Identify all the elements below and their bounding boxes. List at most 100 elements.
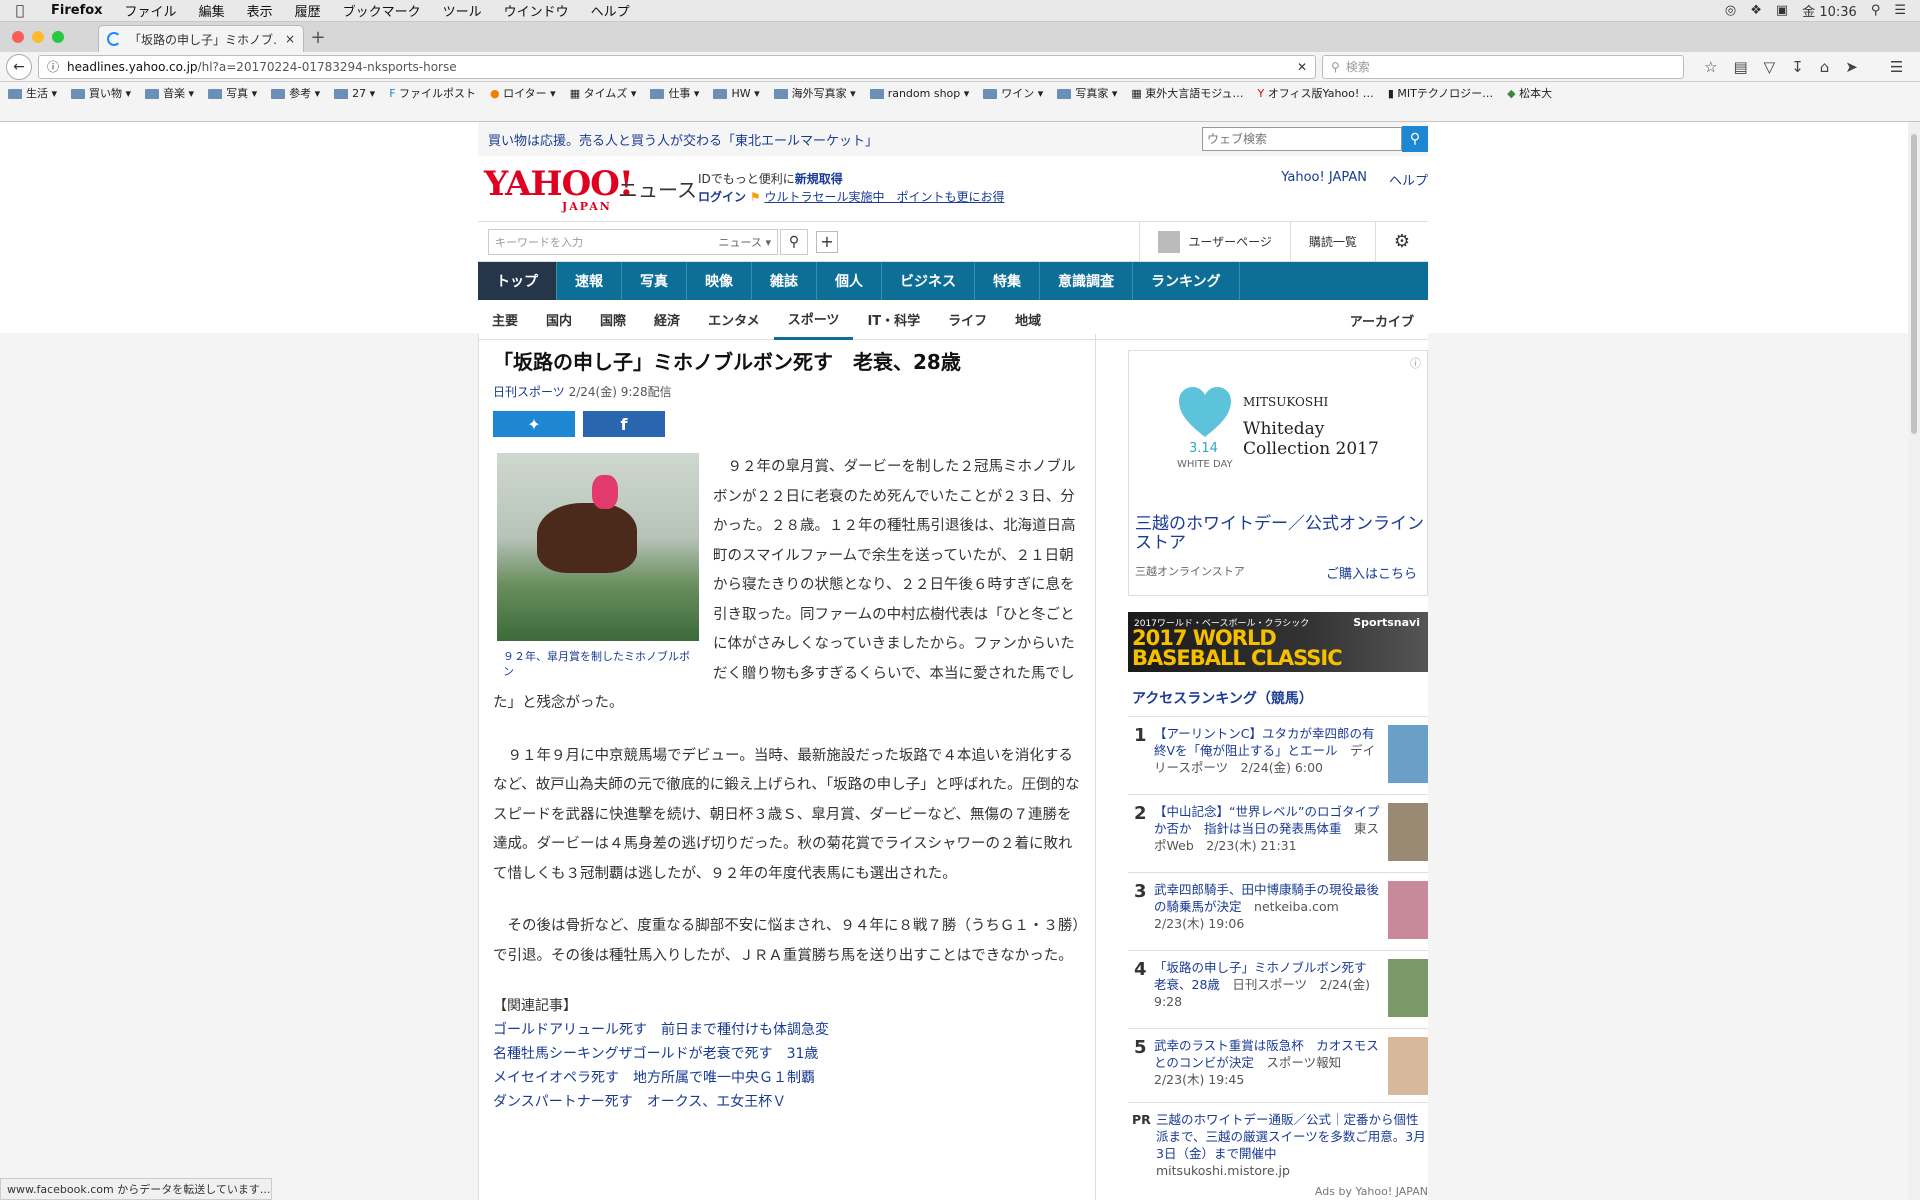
bookmark-star-icon[interactable]: ☆ xyxy=(1704,58,1717,76)
bookmark-link[interactable]: F ファイルポスト xyxy=(389,85,476,101)
wbc-banner[interactable]: 2017ワールド・ベースボール・クラシック 2017 WORLD BASEBALL… xyxy=(1128,612,1428,672)
menu-file[interactable]: ファイル xyxy=(114,1,188,20)
input-method-icon[interactable]: ▣ xyxy=(1776,3,1788,18)
ranking-item[interactable]: 1 【アーリントンC】ユタカが幸四郎の有終Vを「俺が阻止する」とエール デイリー… xyxy=(1128,716,1428,786)
rank-title[interactable]: 【中山記念】“世界レベル”のロゴタイプか否か 指針は当日の発表馬体重 東スポWe… xyxy=(1154,803,1388,864)
apple-icon[interactable]:  xyxy=(0,3,40,19)
menu-window[interactable]: ウインドウ xyxy=(493,1,580,20)
bookmark-folder[interactable]: 写真家 ▾ xyxy=(1057,85,1117,101)
bookmark-folder[interactable]: 生活 ▾ xyxy=(8,85,57,101)
back-button[interactable]: ← xyxy=(6,53,32,80)
nav-business[interactable]: ビジネス xyxy=(882,262,975,300)
menu-bookmarks[interactable]: ブックマーク xyxy=(332,1,432,20)
web-search-input[interactable] xyxy=(1202,127,1402,151)
rank-thumbnail[interactable] xyxy=(1388,959,1428,1017)
bookmark-folder[interactable]: ● ロイター ▾ xyxy=(490,85,556,101)
register-link[interactable]: 新規取得 xyxy=(795,172,843,186)
new-tab-icon[interactable]: + xyxy=(304,27,332,48)
bookmark-folder[interactable]: 音楽 ▾ xyxy=(145,85,194,101)
rank-title[interactable]: 武幸四郎騎手、田中博康騎手の現役最後の騎乗馬が決定 netkeiba.com 2… xyxy=(1154,881,1388,942)
share-icon[interactable]: ➤ xyxy=(1845,58,1858,76)
bookmark-folder[interactable]: random shop ▾ xyxy=(869,87,969,100)
rank-title[interactable]: 武幸のラスト重賞は阪急杯 カオスモスとのコンビが決定 スポーツ報知 2/23(木… xyxy=(1154,1037,1388,1098)
notification-center-icon[interactable]: ☰ xyxy=(1894,3,1906,18)
url-text[interactable]: headlines.yahoo.co.jp/hl?a=20170224-0178… xyxy=(67,60,1289,74)
bookmark-folder[interactable]: 買い物 ▾ xyxy=(71,85,131,101)
rank-thumbnail[interactable] xyxy=(1388,1037,1428,1095)
bookmark-folder[interactable]: ワイン ▾ xyxy=(983,85,1043,101)
rank-thumbnail[interactable] xyxy=(1388,803,1428,861)
pr-text[interactable]: 三越のホワイトデー通販／公式｜定番から個性派まで、三越の厳選スイーツを多数ご用意… xyxy=(1156,1111,1428,1179)
nav-feature[interactable]: 特集 xyxy=(975,262,1040,300)
ranking-item[interactable]: 4 「坂路の申し子」ミホノブルボン死す 老衰、28歳 日刊スポーツ 2/24(金… xyxy=(1128,950,1428,1020)
related-link[interactable]: ダンスパートナー死す オークス、エ女王杯Ｖ xyxy=(493,1090,1081,1114)
yahoo-logo[interactable]: YAHOO! JAPAN xyxy=(484,164,634,213)
nav-video[interactable]: 映像 xyxy=(687,262,752,300)
subscriptions-link[interactable]: 購読一覧 xyxy=(1289,221,1375,262)
scope-select[interactable]: ニュース ▾ xyxy=(719,234,771,250)
ads-by[interactable]: Ads by Yahoo! JAPAN xyxy=(1128,1185,1428,1198)
pr-ad[interactable]: PR 三越のホワイトデー通販／公式｜定番から個性派まで、三越の厳選スイーツを多数… xyxy=(1128,1102,1428,1179)
tab-close-icon[interactable]: × xyxy=(285,32,295,46)
rank-thumbnail[interactable] xyxy=(1388,881,1428,939)
ad-info-icon[interactable]: ⓘ xyxy=(1410,355,1421,371)
sale-link[interactable]: ウルトラセール実施中 ポイントも更にお得 xyxy=(764,190,1004,204)
related-link[interactable]: ゴールドアリュール死す 前日まで種付けも体調急変 xyxy=(493,1018,1081,1042)
bookmark-folder[interactable]: 写真 ▾ xyxy=(208,85,257,101)
help-link[interactable]: ヘルプ xyxy=(1389,170,1428,189)
bookmark-link[interactable]: ▦ 東外大言語モジュ… xyxy=(1131,85,1243,101)
rank-thumbnail[interactable] xyxy=(1388,725,1428,783)
menu-app-name[interactable]: Firefox xyxy=(40,3,114,18)
nav-photo[interactable]: 写真 xyxy=(622,262,687,300)
login-link[interactable]: ログイン xyxy=(698,190,746,204)
ad-title-link[interactable]: 三越のホワイトデー／公式オンラインストア xyxy=(1135,515,1425,553)
bookmark-folder[interactable]: ▦ タイムズ ▾ xyxy=(570,85,637,101)
reading-list-icon[interactable]: ▤ xyxy=(1733,58,1747,76)
spotlight-search-icon[interactable]: ⚲ xyxy=(1871,3,1881,18)
nav-magazine[interactable]: 雑誌 xyxy=(752,262,817,300)
clock[interactable]: 金 10:36 xyxy=(1802,1,1857,20)
ad-buy-link[interactable]: ご購入はこちら xyxy=(1326,563,1417,582)
bookmark-link[interactable]: Y オフィス版Yahoo! … xyxy=(1258,85,1374,101)
close-window-icon[interactable] xyxy=(12,31,24,43)
bookmark-link[interactable]: ▮ MITテクノロジー… xyxy=(1388,85,1493,101)
bookmark-folder[interactable]: 仕事 ▾ xyxy=(650,85,699,101)
bookmark-folder[interactable]: HW ▾ xyxy=(713,87,760,100)
keyword-search-button[interactable]: ⚲ xyxy=(780,228,808,255)
nav-ranking[interactable]: ランキング xyxy=(1133,262,1240,300)
page-scrollbar[interactable] xyxy=(1908,122,1920,1200)
facebook-share-button[interactable]: f xyxy=(583,411,665,437)
related-link[interactable]: メイセイオペラ死す 地方所属で唯一中央Ｇ１制覇 xyxy=(493,1066,1081,1090)
article-photo[interactable]: ９２年、皐月賞を制したミホノブルボン xyxy=(497,453,699,679)
yahoo-japan-link[interactable]: Yahoo! JAPAN xyxy=(1281,170,1367,189)
rank-title[interactable]: 【アーリントンC】ユタカが幸四郎の有終Vを「俺が阻止する」とエール デイリースポ… xyxy=(1154,725,1388,786)
menu-tools[interactable]: ツール xyxy=(432,1,493,20)
keyword-input[interactable]: キーワードを入力 ニュース ▾ xyxy=(488,228,778,255)
add-icon[interactable]: + xyxy=(816,230,838,253)
pocket-icon[interactable]: ▽ xyxy=(1764,58,1776,76)
hamburger-menu-icon[interactable]: ☰ xyxy=(1890,58,1903,76)
stop-loading-icon[interactable]: ✕ xyxy=(1297,60,1307,74)
rank-title[interactable]: 「坂路の申し子」ミホノブルボン死す 老衰、28歳 日刊スポーツ 2/24(金) … xyxy=(1154,959,1388,1020)
bookmark-folder[interactable]: 海外写真家 ▾ xyxy=(773,85,856,101)
photo-image[interactable] xyxy=(497,453,699,641)
nav-top[interactable]: トップ xyxy=(478,262,557,300)
wifi-icon[interactable]: ◎ xyxy=(1725,3,1736,18)
news-label[interactable]: ニュース xyxy=(618,174,697,203)
dropbox-icon[interactable]: ❖ xyxy=(1750,3,1762,18)
menu-history[interactable]: 履歴 xyxy=(284,1,332,20)
related-link[interactable]: 名種牡馬シーキングザゴールドが老衰で死す 31歳 xyxy=(493,1042,1081,1066)
promo-link[interactable]: 買い物は応援。売る人と買う人が交わる「東北エールマーケット」 xyxy=(488,130,878,149)
browser-search-bar[interactable]: ⚲ 検索 xyxy=(1322,54,1684,79)
home-icon[interactable]: ⌂ xyxy=(1820,58,1830,76)
scrollbar-thumb[interactable] xyxy=(1911,134,1917,434)
bookmark-folder[interactable]: 27 ▾ xyxy=(334,87,375,100)
download-icon[interactable]: ↧ xyxy=(1791,58,1804,76)
menu-view[interactable]: 表示 xyxy=(236,1,284,20)
ranking-item[interactable]: 5 武幸のラスト重賞は阪急杯 カオスモスとのコンビが決定 スポーツ報知 2/23… xyxy=(1128,1028,1428,1098)
nav-breaking[interactable]: 速報 xyxy=(557,262,622,300)
bookmark-link[interactable]: ◆ 松本大 xyxy=(1507,85,1552,101)
photo-caption[interactable]: ９２年、皐月賞を制したミホノブルボン xyxy=(497,649,699,679)
web-search-button[interactable]: ⚲ xyxy=(1402,126,1428,152)
bookmark-folder[interactable]: 参考 ▾ xyxy=(271,85,320,101)
